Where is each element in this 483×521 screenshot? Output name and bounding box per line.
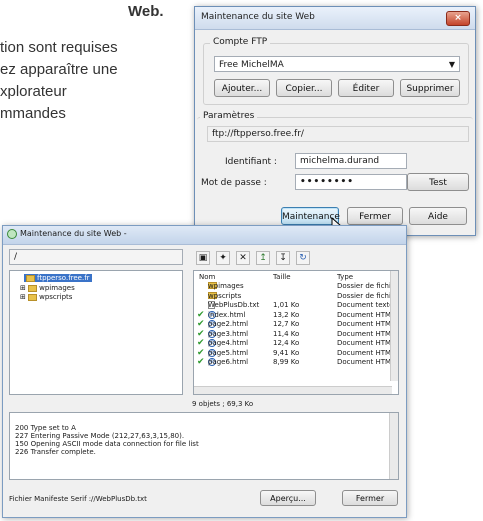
file-size: 12,7 Ko [273, 320, 300, 328]
file-manager-titlebar[interactable]: Maintenance du site Web - [3, 226, 406, 245]
table-row[interactable]: ✔ e page5.html 9,41 Ko Document HTML [194, 348, 400, 358]
bg-line-5: mmandes [0, 105, 66, 122]
copy-account-button[interactable]: Copier... [276, 79, 332, 97]
params-group-label: Paramètres [200, 111, 258, 121]
folder-tree: ftpperso.free.fr ⊞ wpimages ⊞ wpscripts [9, 270, 183, 395]
tree-item-wpscripts[interactable]: ⊞ wpscripts [20, 293, 72, 301]
dialog-title: Maintenance du site Web [201, 12, 315, 22]
bg-line-4: xplorateur [0, 83, 67, 100]
status-text: 9 objets ; 69,3 Ko [192, 400, 254, 408]
bg-line-2: tion sont requises [0, 39, 118, 56]
help-button[interactable]: Aide [409, 207, 467, 225]
file-size: 8,99 Ko [273, 358, 300, 366]
password-label: Mot de passe : [201, 178, 267, 188]
preview-button[interactable]: Aperçu... [260, 490, 316, 506]
file-type: Document HTML [337, 310, 395, 319]
add-account-button[interactable]: Ajouter... [214, 79, 270, 97]
folder-icon [28, 284, 38, 292]
file-type: Document HTML [337, 348, 395, 357]
download-icon[interactable]: ↧ [276, 251, 290, 265]
login-label: Identifiant : [225, 157, 277, 167]
site-file-manager-dialog: Maintenance du site Web - / ▣ ✦ ✕ ↥ ↧ ↻ … [2, 225, 407, 518]
server-url-field[interactable]: ftp://ftpperso.free.fr/ [207, 126, 469, 142]
file-type: Dossier de fichie [337, 291, 396, 300]
check-icon: ✔ [197, 338, 205, 348]
bg-line-1: Web. [128, 3, 164, 20]
dialog-titlebar[interactable]: Maintenance du site Web × [195, 7, 475, 30]
close-button[interactable]: Fermer [347, 207, 403, 225]
folder-icon [26, 274, 35, 282]
app-icon [7, 229, 17, 239]
ftp-account-select[interactable]: Free MichelMA ▼ [214, 56, 460, 72]
table-row[interactable]: WebPlusDb.txt 1,01 Ko Document texte [194, 301, 400, 310]
tree-root[interactable]: ftpperso.free.fr [24, 274, 92, 282]
file-size: 1,01 Ko [273, 301, 300, 309]
log-pane: 200 Type set to A 227 Entering Passive M… [9, 412, 399, 480]
site-maintenance-dialog: Maintenance du site Web × Compte FTP Fre… [194, 6, 476, 236]
delete-account-button[interactable]: Supprimer [400, 79, 460, 97]
chevron-down-icon: ▼ [448, 60, 455, 69]
log-scrollbar[interactable] [389, 413, 398, 479]
tree-item-wpimages[interactable]: ⊞ wpimages [20, 284, 75, 292]
folder-icon [28, 293, 38, 301]
ftp-account-group: Compte FTP Free MichelMA ▼ Ajouter... Co… [203, 37, 469, 105]
delete-icon[interactable]: ✕ [236, 251, 250, 265]
log-text: 200 Type set to A 227 Entering Passive M… [15, 424, 199, 456]
file-type: Document HTML [337, 329, 395, 338]
new-folder-icon[interactable]: ✦ [216, 251, 230, 265]
ftp-account-value: Free MichelMA [219, 60, 284, 70]
check-icon: ✔ [197, 357, 205, 367]
edit-account-button[interactable]: Éditer [338, 79, 394, 97]
column-name[interactable]: Nom [199, 273, 215, 281]
column-size[interactable]: Taille [273, 273, 291, 281]
path-field[interactable]: / [9, 249, 183, 265]
file-type: Document HTML [337, 339, 395, 347]
check-icon: ✔ [197, 319, 205, 329]
file-type: Document HTML [337, 358, 395, 366]
table-row[interactable]: wpscripts Dossier de fichie [194, 291, 400, 301]
close-file-manager-button[interactable]: Fermer [342, 490, 398, 506]
login-field[interactable]: michelma.durand [295, 153, 407, 169]
table-row[interactable]: ✔ e page6.html 8,99 Ko Document HTML [194, 358, 400, 367]
file-size: 13,2 Ko [273, 310, 300, 319]
file-list: Nom Taille Type wpimages Dossier de fichi… [193, 270, 399, 395]
ftp-group-label: Compte FTP [210, 37, 271, 47]
bg-line-3: ez apparaître une [0, 61, 118, 78]
file-size: 11,4 Ko [273, 329, 300, 338]
expand-icon: ⊞ [20, 293, 26, 301]
manifest-label: Fichier Manifeste Serif : [9, 495, 92, 503]
close-icon[interactable]: × [446, 11, 470, 26]
folder-up-icon[interactable]: ▣ [196, 251, 210, 265]
expand-icon: ⊞ [20, 284, 26, 292]
file-size: 9,41 Ko [273, 348, 300, 357]
refresh-icon[interactable]: ↻ [296, 251, 310, 265]
password-field[interactable]: •••••••• [295, 174, 407, 190]
file-manager-title: Maintenance du site Web - [20, 229, 127, 238]
upload-icon[interactable]: ↥ [256, 251, 270, 265]
table-row[interactable]: ✔ e index.html 13,2 Ko Document HTML [194, 310, 400, 320]
horizontal-scrollbar[interactable] [194, 386, 392, 394]
table-row[interactable]: ✔ e page3.html 11,4 Ko Document HTML [194, 329, 400, 339]
file-type: Document texte [337, 301, 394, 309]
column-type[interactable]: Type [337, 273, 353, 281]
test-button[interactable]: Test [407, 173, 469, 191]
params-group: Paramètres ftp://ftpperso.free.fr/ Ident… [197, 111, 473, 198]
table-row[interactable]: ✔ e page4.html 12,4 Ko Document HTML [194, 339, 400, 348]
manifest-value: //WebPlusDb.txt [91, 495, 147, 503]
table-row[interactable]: wpimages Dossier de fichie [194, 282, 400, 291]
file-type: Document HTML [337, 320, 395, 328]
vertical-scrollbar[interactable] [390, 271, 398, 381]
file-type: Dossier de fichie [337, 282, 396, 290]
file-size: 12,4 Ko [273, 339, 300, 347]
table-row[interactable]: ✔ e page2.html 12,7 Ko Document HTML [194, 320, 400, 329]
